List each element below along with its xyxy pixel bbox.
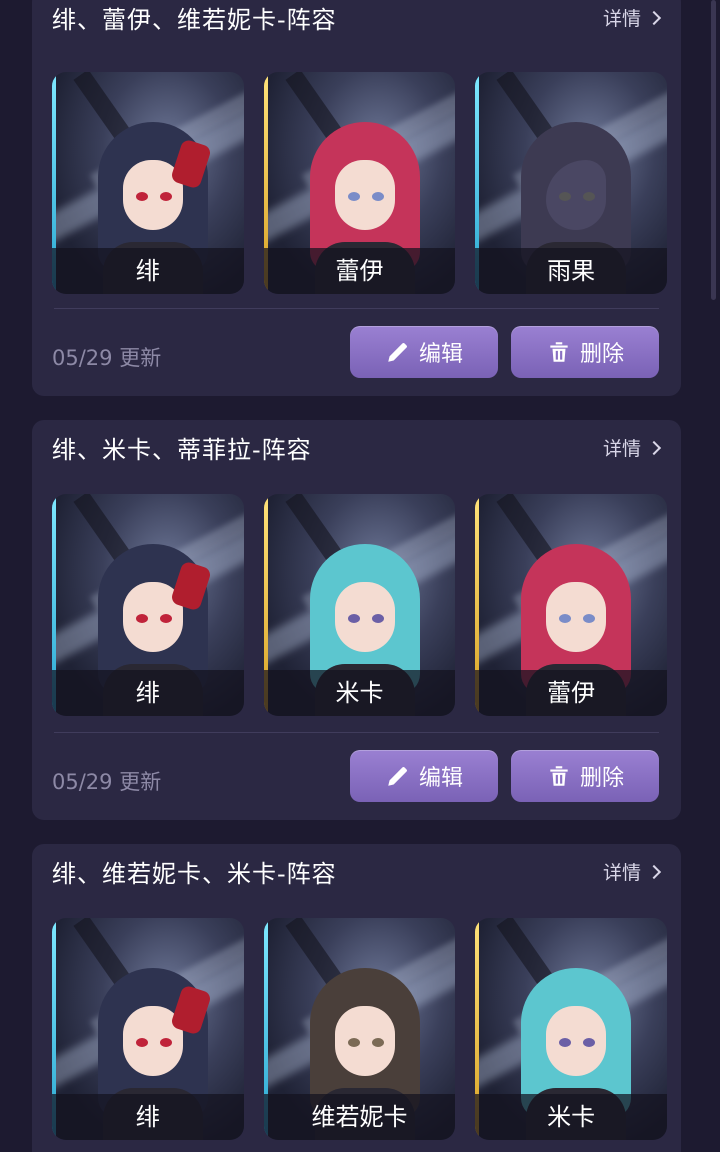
portrait-row: 绯 米卡 蕾伊 — [52, 494, 668, 716]
portrait-row: 绯 维若妮卡 米卡 — [52, 918, 668, 1140]
character-portrait[interactable]: 米卡 — [475, 918, 668, 1140]
delete-button[interactable]: 删除 — [511, 326, 659, 378]
character-portrait[interactable]: 维若妮卡 — [263, 918, 456, 1140]
delete-button[interactable]: 删除 — [511, 750, 659, 802]
lineup-list-page: 绯、蕾伊、维若妮卡-阵容 详情 绯 蕾伊 雨果 05/29 更新 编辑 删除 绯… — [0, 0, 720, 1152]
character-name: 绯 — [52, 670, 244, 716]
character-portrait[interactable]: 绯 — [52, 72, 244, 294]
detail-link[interactable]: 详情 — [602, 4, 662, 31]
character-name: 蕾伊 — [475, 670, 668, 716]
edit-label: 编辑 — [418, 342, 463, 367]
chevron-right-icon — [646, 10, 662, 25]
lineup-title: 绯、米卡、蒂菲拉-阵容 — [52, 436, 312, 464]
character-name: 绯 — [52, 1094, 244, 1140]
lineup-title: 绯、维若妮卡、米卡-阵容 — [52, 860, 337, 888]
lineup-card: 绯、蕾伊、维若妮卡-阵容 详情 绯 蕾伊 雨果 05/29 更新 编辑 删除 — [32, 0, 681, 396]
divider — [54, 732, 659, 733]
character-portrait[interactable]: 绯 — [52, 918, 244, 1140]
updated-date: 05/29 更新 — [52, 346, 162, 370]
pencil-icon — [388, 767, 407, 786]
detail-label: 详情 — [602, 862, 641, 884]
divider — [54, 308, 659, 309]
character-name: 米卡 — [475, 1094, 668, 1140]
edit-button[interactable]: 编辑 — [350, 750, 498, 802]
character-portrait[interactable]: 雨果 — [475, 72, 668, 294]
detail-link[interactable]: 详情 — [602, 858, 662, 885]
chevron-right-icon — [646, 440, 662, 455]
lineup-title: 绯、蕾伊、维若妮卡-阵容 — [52, 6, 337, 34]
detail-label: 详情 — [602, 438, 641, 460]
character-portrait[interactable]: 绯 — [52, 494, 244, 716]
character-portrait[interactable]: 蕾伊 — [263, 72, 456, 294]
character-name: 绯 — [52, 248, 244, 294]
character-portrait[interactable]: 蕾伊 — [475, 494, 668, 716]
delete-label: 删除 — [579, 766, 624, 791]
trash-icon — [550, 342, 568, 362]
character-name: 米卡 — [263, 670, 456, 716]
detail-link[interactable]: 详情 — [602, 434, 662, 461]
trash-icon — [550, 766, 568, 786]
edit-button[interactable]: 编辑 — [350, 326, 498, 378]
delete-label: 删除 — [579, 342, 624, 367]
lineup-card: 绯、米卡、蒂菲拉-阵容 详情 绯 米卡 蕾伊 05/29 更新 编辑 删除 — [32, 420, 681, 820]
pencil-icon — [388, 343, 407, 362]
character-name: 维若妮卡 — [263, 1094, 456, 1140]
scrollbar[interactable] — [711, 0, 716, 300]
character-portrait[interactable]: 米卡 — [263, 494, 456, 716]
updated-date: 05/29 更新 — [52, 770, 162, 794]
lineup-card: 绯、维若妮卡、米卡-阵容 详情 绯 维若妮卡 米卡 — [32, 844, 681, 1152]
character-name: 雨果 — [475, 248, 668, 294]
character-name: 蕾伊 — [263, 248, 456, 294]
detail-label: 详情 — [602, 8, 641, 30]
edit-label: 编辑 — [418, 766, 463, 791]
portrait-row: 绯 蕾伊 雨果 — [52, 72, 668, 294]
chevron-right-icon — [646, 864, 662, 879]
